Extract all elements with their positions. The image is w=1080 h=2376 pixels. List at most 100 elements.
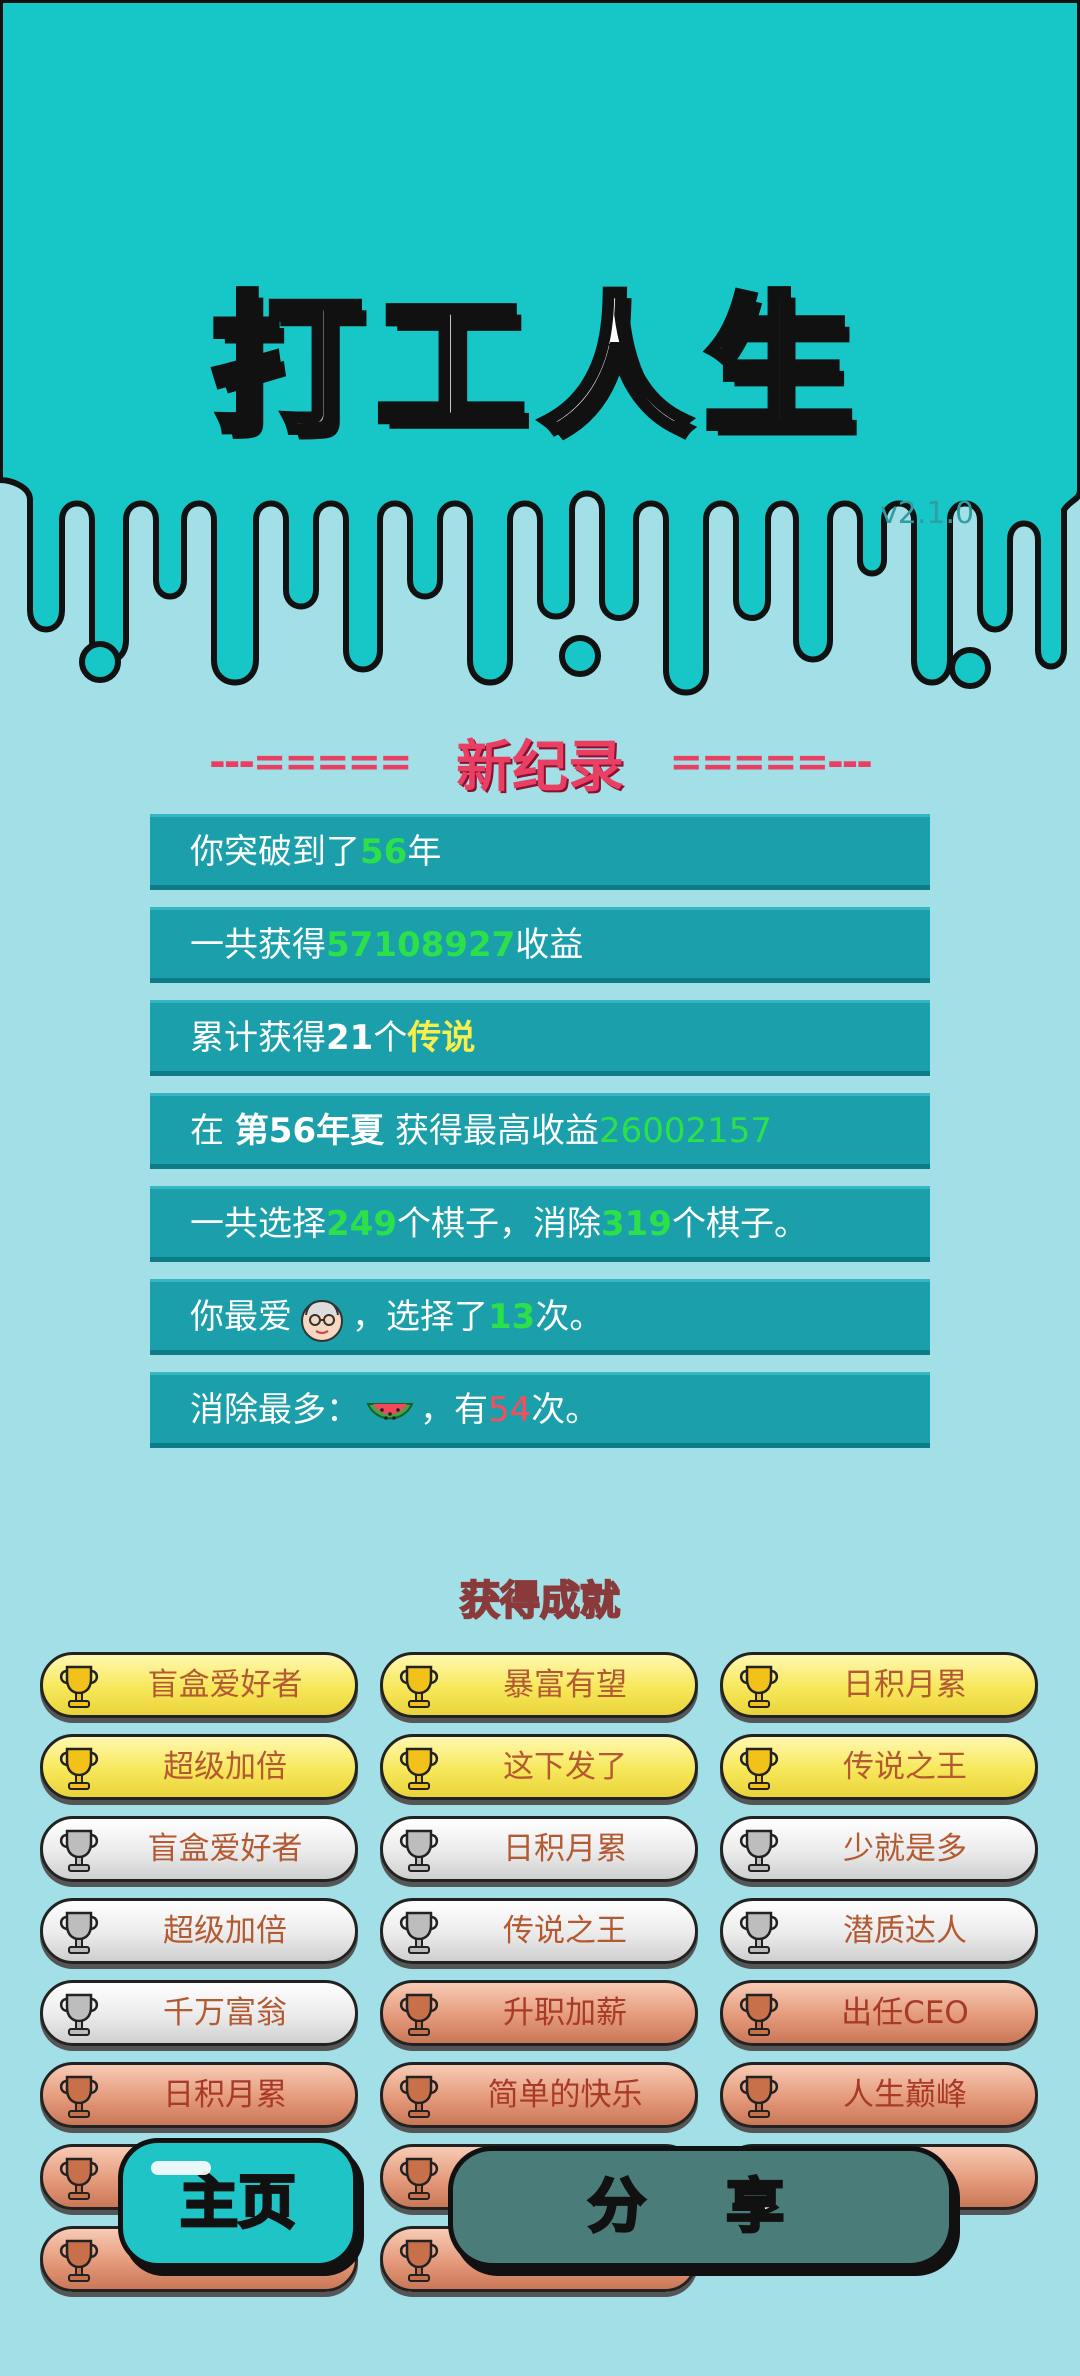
trophy-icon (399, 2075, 439, 2118)
achievement-label: 传说之王 (503, 1913, 627, 1949)
achievement-label: 少就是多 (843, 1831, 967, 1867)
achievement-badge: 盲盒爱好者 (40, 1816, 358, 1882)
achievement-label: 潜质达人 (843, 1913, 967, 1949)
stat-text: 你最爱 (190, 1297, 292, 1337)
trophy-icon (739, 2075, 779, 2118)
stat-text: 次。 (531, 1390, 600, 1430)
stat-number: 21 (326, 1018, 374, 1058)
watermelon-icon (366, 1402, 414, 1420)
stat-row-years: 你突破到了56年 (150, 814, 930, 890)
achievement-badge: 千万富翁 (40, 1980, 358, 2046)
stat-text: 消除最多： (190, 1390, 360, 1430)
trophy-icon (739, 1993, 779, 2036)
achievement-badge: 这下发了 (380, 1734, 698, 1800)
trophy-icon (59, 1747, 99, 1790)
new-record-header: ---===== 新纪录 =====--- (0, 722, 1080, 803)
stat-row-best-season: 在 第56年夏 获得最高收益26002157 (150, 1093, 930, 1169)
trophy-icon (399, 1665, 439, 1708)
trophy-icon (399, 1911, 439, 1954)
stat-text: 年 (407, 832, 442, 872)
achievements-title: 获得成就 (459, 1577, 621, 1625)
stat-text: 在 (190, 1111, 235, 1151)
achievement-label: 超级加倍 (163, 1913, 287, 1949)
button-shine (151, 2161, 211, 2175)
achievement-badge: 少就是多 (720, 1816, 1038, 1882)
achievement-label: 简单的快乐 (487, 2077, 643, 2113)
stat-text: ，有 (420, 1390, 488, 1430)
trophy-icon (399, 1747, 439, 1790)
stat-text: 一共选择 (190, 1204, 326, 1244)
share-button[interactable]: 分 享 (448, 2146, 954, 2268)
stat-text: 收益 (515, 925, 584, 965)
achievement-badge: 日积月累 (40, 2062, 358, 2128)
achievement-label: 盲盒爱好者 (147, 1667, 303, 1703)
season-label: 第56年夏 (234, 1111, 385, 1151)
trophy-icon (59, 1993, 99, 2036)
version-label: v2.1.0 (880, 496, 975, 531)
stat-row-legend-count: 累计获得21个传说 (150, 1000, 930, 1076)
legend-tag: 传说 (407, 1018, 476, 1058)
trophy-icon (59, 1911, 99, 1954)
trophy-icon (399, 1829, 439, 1872)
stat-number: 249 (326, 1204, 397, 1244)
stat-text: 获得最高收益 (384, 1111, 599, 1151)
stat-text: 累计获得 (190, 1018, 326, 1058)
achievement-badge: 人生巅峰 (720, 2062, 1038, 2128)
stat-number: 26002157 (598, 1111, 773, 1151)
stat-row-favorite: 你最爱 ，选择了13次。 (150, 1279, 930, 1355)
trophy-icon (739, 1911, 779, 1954)
achievement-badge: 超级加倍 (40, 1734, 358, 1800)
trophy-icon (739, 1747, 779, 1790)
stat-text: 个棋子。 (671, 1204, 808, 1244)
trophy-icon (739, 1665, 779, 1708)
trophy-icon (399, 2239, 439, 2282)
achievement-label: 超级加倍 (163, 1749, 287, 1785)
achievement-label: 日积月累 (503, 1831, 627, 1867)
record-deco-right: =====--- (669, 739, 873, 786)
achievement-badge: 超级加倍 (40, 1898, 358, 1964)
stat-row-pieces: 一共选择249个棋子，消除319个棋子。 (150, 1186, 930, 1262)
achievement-badge: 传说之王 (720, 1734, 1038, 1800)
trophy-icon (399, 2157, 439, 2200)
trophy-icon (59, 2075, 99, 2118)
achievement-badge: 潜质达人 (720, 1898, 1038, 1964)
achievement-label: 千万富翁 (163, 1995, 287, 2031)
achievement-badge: 简单的快乐 (380, 2062, 698, 2128)
achievement-label: 出任CEO (841, 1995, 969, 2031)
stat-text: 个棋子，消除 (396, 1204, 601, 1244)
trophy-icon (59, 2239, 99, 2282)
stat-number: 319 (600, 1204, 672, 1244)
trophy-icon (399, 1993, 439, 2036)
trophy-icon (59, 1665, 99, 1708)
stat-text: 一共获得 (190, 925, 326, 965)
achievement-badge: 日积月累 (380, 1816, 698, 1882)
stat-row-most-cleared: 消除最多： ，有54次。 (150, 1372, 930, 1448)
achievement-label: 升职加薪 (503, 1995, 627, 2031)
game-title: 打工人生 (208, 277, 868, 458)
achievement-badge: 暴富有望 (380, 1652, 698, 1718)
trophy-icon (59, 1829, 99, 1872)
home-button[interactable]: 主页 (118, 2138, 358, 2268)
achievement-badge: 出任CEO (720, 1980, 1038, 2046)
trophy-icon (739, 1829, 779, 1872)
achievement-badge: 传说之王 (380, 1898, 698, 1964)
stat-text: 个 (373, 1018, 408, 1058)
achievement-label: 日积月累 (163, 2077, 287, 2113)
stat-text: 你突破到了 (190, 832, 360, 872)
stat-number: 54 (488, 1390, 532, 1430)
achievement-label: 日积月累 (843, 1667, 967, 1703)
new-record-title: 新纪录 (456, 735, 624, 800)
achievement-label: 传说之王 (843, 1749, 967, 1785)
stat-number: 13 (488, 1297, 536, 1337)
grandpa-face-icon (301, 1299, 343, 1342)
achievement-label: 暴富有望 (503, 1667, 627, 1703)
trophy-icon (59, 2157, 99, 2200)
achievement-label: 人生巅峰 (843, 2077, 967, 2113)
stat-row-income: 一共获得57108927收益 (150, 907, 930, 983)
achievement-label: 盲盒爱好者 (147, 1831, 303, 1867)
stat-text: ，选择了 (352, 1297, 488, 1337)
share-button-label: 分 享 (586, 2171, 815, 2242)
achievement-badge: 日积月累 (720, 1652, 1038, 1718)
stat-text: 次。 (535, 1297, 604, 1337)
achievement-badge: 盲盒爱好者 (40, 1652, 358, 1718)
